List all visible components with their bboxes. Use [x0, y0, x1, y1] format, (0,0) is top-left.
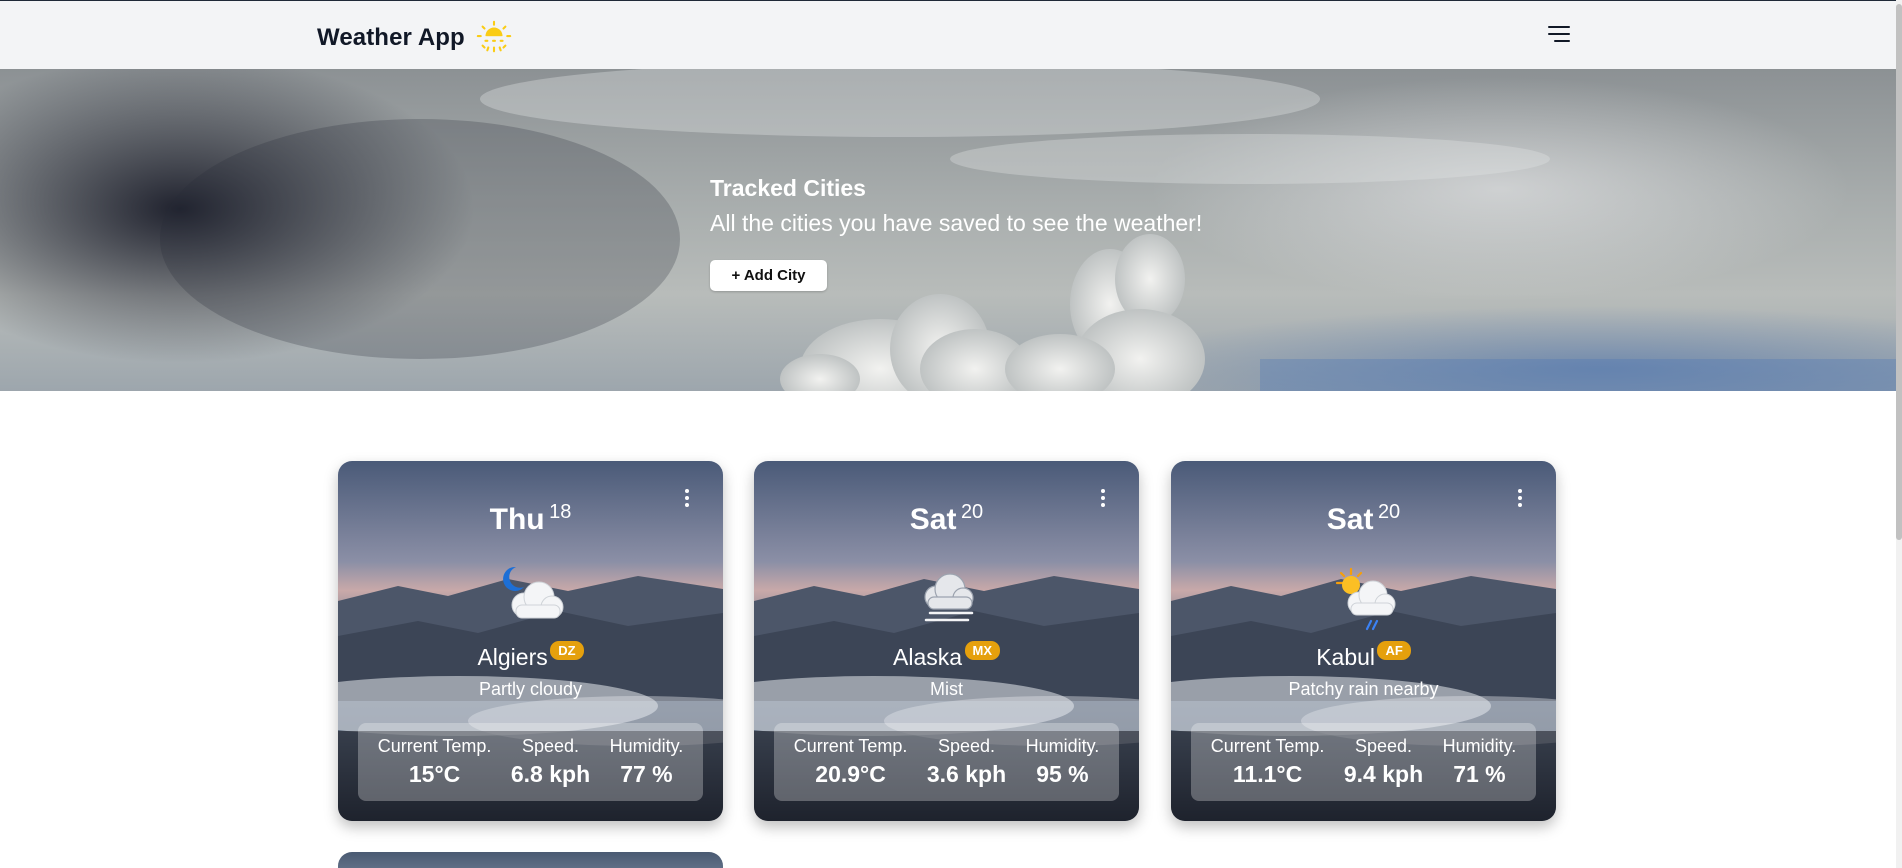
speed-value: 6.8 kph	[510, 761, 591, 787]
humidity-label: Humidity.	[1442, 736, 1517, 756]
brand[interactable]: Weather App	[317, 19, 513, 57]
city-card[interactable]: Thu 18 Algiers DZ Partly cloudy Current …	[338, 461, 723, 821]
city-card[interactable]: Sat 20 Kabul AF Patchy rain nearby Curre…	[1171, 461, 1556, 821]
temp-label: Current Temp.	[1210, 736, 1325, 756]
top-navbar: Weather App	[0, 0, 1896, 69]
city-location: Kabul AF	[1171, 641, 1556, 671]
temp-stat: Current Temp. 11.1°C	[1211, 736, 1325, 788]
city-name: Algiers	[477, 644, 548, 670]
page-scrollbar[interactable]	[1896, 0, 1902, 868]
sun-icon	[476, 20, 511, 53]
speed-label: Speed.	[1354, 736, 1413, 756]
day-number: 18	[549, 501, 572, 523]
app-title: Weather App	[317, 24, 465, 51]
card-date: Sat 20	[1171, 501, 1556, 537]
day-name: Sat	[909, 503, 957, 536]
city-location: Alaska MX	[754, 641, 1139, 671]
add-city-button[interactable]: + Add City	[710, 260, 827, 291]
hero-text: Tracked Cities All the cities you have s…	[710, 175, 1202, 237]
speed-label: Speed.	[521, 736, 580, 756]
weather-stats: Current Temp. 15°C Speed. 6.8 kph Humidi…	[358, 723, 703, 801]
speed-stat: Speed. 3.6 kph	[927, 736, 1006, 788]
mist-icon	[924, 573, 974, 622]
humidity-value: 95 %	[1036, 761, 1089, 787]
hero-title: Tracked Cities	[710, 175, 866, 201]
city-location: Algiers DZ	[338, 641, 723, 671]
day-name: Thu	[489, 503, 545, 536]
partly-cloudy-night-icon	[503, 566, 564, 619]
city-name: Kabul	[1316, 644, 1376, 670]
temp-label: Current Temp.	[377, 736, 492, 756]
speed-stat: Speed. 6.8 kph	[511, 736, 590, 788]
humidity-stat: Humidity. 71 %	[1443, 736, 1517, 788]
temp-label: Current Temp.	[793, 736, 908, 756]
city-name: Alaska	[893, 644, 963, 670]
day-number: 20	[960, 501, 984, 523]
weather-condition: Mist	[930, 679, 963, 699]
speed-value: 9.4 kph	[1343, 761, 1424, 787]
city-card-partial[interactable]	[338, 852, 723, 868]
hero-banner: Tracked Cities All the cities you have s…	[0, 69, 1896, 391]
weather-stats: Current Temp. 20.9°C Speed. 3.6 kph Humi…	[774, 723, 1119, 801]
humidity-value: 77 %	[620, 761, 673, 787]
speed-value: 3.6 kph	[926, 761, 1007, 787]
city-card[interactable]: Sat 20 Alaska MX Mist Current Temp. 20.9…	[754, 461, 1139, 821]
hamburger-menu-icon[interactable]	[1548, 23, 1576, 47]
card-date: Sat 20	[754, 501, 1139, 537]
day-name: Sat	[1326, 503, 1374, 536]
humidity-label: Humidity.	[1025, 736, 1100, 756]
temp-value: 11.1°C	[1232, 761, 1303, 787]
humidity-label: Humidity.	[609, 736, 684, 756]
patchy-rain-icon	[1335, 567, 1396, 631]
temp-value: 15°C	[408, 761, 461, 787]
speed-label: Speed.	[937, 736, 996, 756]
temp-stat: Current Temp. 15°C	[378, 736, 492, 788]
weather-condition: Patchy rain nearby	[1288, 679, 1439, 699]
humidity-value: 71 %	[1453, 761, 1506, 787]
day-number: 20	[1377, 501, 1401, 523]
humidity-stat: Humidity. 77 %	[610, 736, 684, 788]
country-badge: DZ	[550, 641, 584, 660]
humidity-stat: Humidity. 95 %	[1026, 736, 1100, 788]
speed-stat: Speed. 9.4 kph	[1344, 736, 1423, 788]
temp-stat: Current Temp. 20.9°C	[794, 736, 908, 788]
country-badge: MX	[964, 641, 1000, 660]
temp-value: 20.9°C	[815, 761, 886, 787]
weather-stats: Current Temp. 11.1°C Speed. 9.4 kph Humi…	[1191, 723, 1536, 801]
hero-subtitle: All the cities you have saved to see the…	[710, 210, 1203, 236]
country-badge: AF	[1377, 641, 1411, 660]
weather-condition: Partly cloudy	[478, 679, 583, 699]
scrollbar-thumb[interactable]	[1896, 4, 1902, 540]
card-date: Thu 18	[338, 501, 723, 537]
